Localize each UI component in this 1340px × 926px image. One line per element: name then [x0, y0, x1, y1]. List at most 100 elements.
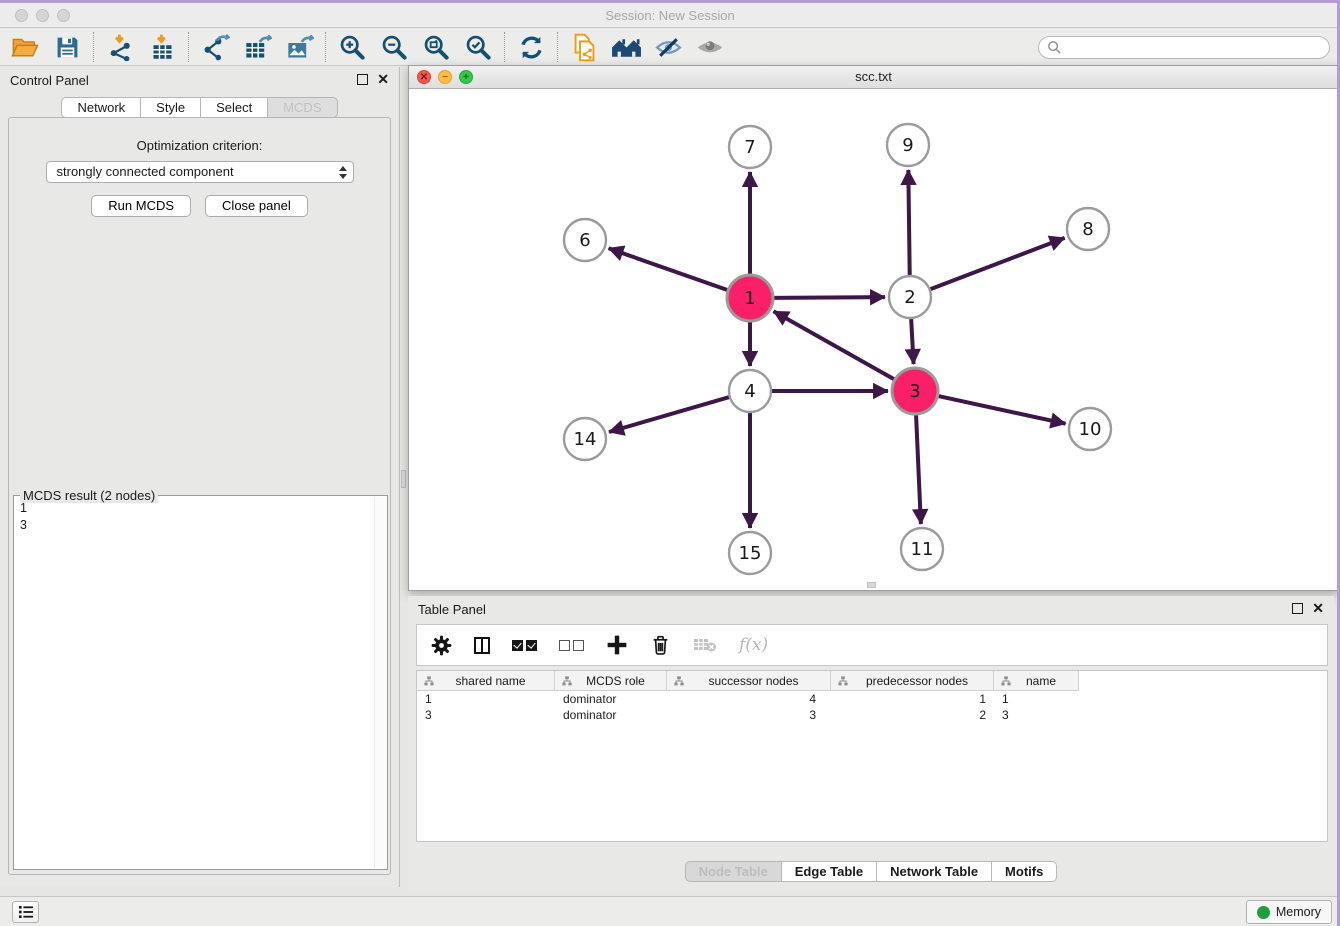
tab-edge-table[interactable]: Edge Table [782, 861, 877, 882]
table-cell: 2 [831, 707, 994, 723]
graph-node-label: 10 [1079, 419, 1102, 440]
desktop-edge-top [0, 0, 1340, 3]
tab-motifs[interactable]: Motifs [992, 861, 1057, 882]
show-all-button[interactable] [689, 31, 731, 64]
tab-network-table[interactable]: Network Table [877, 861, 992, 882]
checked-checkbox-icon [512, 640, 523, 651]
optimization-criterion-select[interactable]: strongly connected component [46, 161, 354, 183]
delete-table-button[interactable] [693, 636, 717, 654]
graph-node-label: 9 [902, 135, 913, 156]
tab-select[interactable]: Select [201, 97, 268, 118]
network-canvas[interactable]: 7968124314101511 [409, 89, 1338, 590]
memory-status-icon [1257, 906, 1270, 919]
network-window-titlebar[interactable]: ✕ − + scc.txt [409, 66, 1338, 89]
node-table: shared nameMCDS rolesuccessor nodesprede… [416, 670, 1328, 842]
table-cell: dominator [555, 691, 667, 707]
graph-edge-3-11[interactable] [916, 415, 921, 524]
hierarchy-icon [1001, 676, 1011, 686]
column-header-predecessor-nodes[interactable]: predecessor nodes [831, 671, 994, 691]
gear-icon [431, 635, 452, 656]
column-header-name[interactable]: name [994, 671, 1079, 691]
graph-edge-1-6[interactable] [609, 248, 728, 290]
graph-svg: 7968124314101511 [409, 89, 1338, 590]
close-panel-button[interactable]: Close panel [205, 195, 308, 217]
result-scrollbar[interactable] [374, 497, 386, 868]
close-table-panel-icon[interactable]: ✕ [1312, 601, 1324, 615]
run-mcds-button[interactable]: Run MCDS [91, 195, 191, 217]
delete-column-button[interactable] [650, 634, 671, 656]
mcds-result-box: MCDS result (2 nodes) 1 3 [13, 495, 388, 870]
split-pane-button[interactable] [474, 637, 490, 654]
zoom-selected-button[interactable] [457, 31, 499, 64]
graph-edge-1-2[interactable] [774, 297, 885, 298]
graph-edge-2-3[interactable] [911, 319, 913, 364]
tab-network[interactable]: Network [61, 97, 141, 118]
app-titlebar: Session: New Session [0, 3, 1340, 28]
save-session-button[interactable] [46, 31, 88, 64]
import-network-icon [107, 34, 134, 61]
search-icon [1047, 40, 1062, 55]
column-header-shared-name[interactable]: shared name [417, 671, 555, 691]
home-layout-button[interactable] [605, 31, 647, 64]
memory-button[interactable]: Memory [1246, 900, 1332, 924]
table-settings-button[interactable] [431, 635, 452, 656]
import-network-button[interactable] [99, 31, 141, 64]
zoom-out-button[interactable] [373, 31, 415, 64]
memory-label: Memory [1276, 905, 1321, 919]
search-input[interactable] [1038, 36, 1330, 59]
table-cell: 1 [417, 691, 555, 707]
canvas-splitter-handle[interactable] [867, 582, 876, 588]
delete-table-icon [693, 636, 717, 654]
function-builder-button[interactable]: f(x) [739, 635, 768, 655]
empty-checkbox-icon [573, 640, 584, 651]
float-panel-icon[interactable] [357, 74, 368, 85]
graph-edge-2-9[interactable] [908, 170, 909, 275]
table-cell: dominator [555, 707, 667, 723]
export-image-button[interactable] [278, 31, 320, 64]
export-network-button[interactable] [194, 31, 236, 64]
table-cell: 4 [667, 691, 831, 707]
float-table-panel-icon[interactable] [1292, 603, 1303, 614]
hide-selected-button[interactable] [647, 31, 689, 64]
tab-mcds[interactable]: MCDS [268, 97, 337, 118]
tab-node-table[interactable]: Node Table [685, 861, 782, 882]
list-icon [18, 905, 34, 919]
eye-icon [695, 35, 725, 60]
mcds-result-text[interactable]: 1 3 [15, 497, 373, 868]
task-history-button[interactable] [12, 901, 39, 923]
export-image-icon [285, 34, 314, 61]
close-panel-icon[interactable]: ✕ [377, 72, 389, 86]
column-header-successor-nodes[interactable]: successor nodes [667, 671, 831, 691]
tab-style[interactable]: Style [141, 97, 201, 118]
clone-network-button[interactable] [563, 31, 605, 64]
zoom-in-button[interactable] [331, 31, 373, 64]
select-all-button[interactable] [512, 640, 537, 651]
graph-node-label: 7 [744, 137, 755, 158]
import-table-button[interactable] [141, 31, 183, 64]
table-row[interactable]: 3dominator323 [417, 707, 1327, 723]
graph-edge-2-8[interactable] [931, 238, 1065, 289]
control-panel: Control Panel ✕ Network Style Select MCD… [0, 67, 400, 887]
graph-edge-3-1[interactable] [774, 311, 895, 379]
refresh-view-button[interactable] [510, 31, 552, 64]
app-title: Session: New Session [0, 8, 1340, 23]
add-column-button[interactable] [606, 634, 628, 656]
split-pane-icon [474, 637, 490, 654]
optimization-criterion-label: Optimization criterion: [9, 138, 390, 153]
toolbar-separator [557, 32, 558, 62]
table-cell: 1 [994, 691, 1079, 707]
control-panel-tabs: Network Style Select MCDS [0, 97, 399, 118]
toolbar-separator [504, 32, 505, 62]
graph-edge-3-10[interactable] [938, 396, 1065, 424]
export-table-button[interactable] [236, 31, 278, 64]
table-row[interactable]: 1dominator411 [417, 691, 1327, 707]
graph-node-label: 2 [904, 287, 915, 308]
zoom-fit-button[interactable] [415, 31, 457, 64]
panel-splitter-handle[interactable] [401, 470, 406, 488]
graph-edge-4-14[interactable] [609, 397, 729, 432]
column-header-MCDS-role[interactable]: MCDS role [555, 671, 667, 691]
table-panel: Table Panel ✕ [408, 596, 1334, 890]
deselect-all-button[interactable] [559, 640, 584, 651]
control-panel-title: Control Panel [10, 73, 89, 88]
open-file-button[interactable] [4, 31, 46, 64]
